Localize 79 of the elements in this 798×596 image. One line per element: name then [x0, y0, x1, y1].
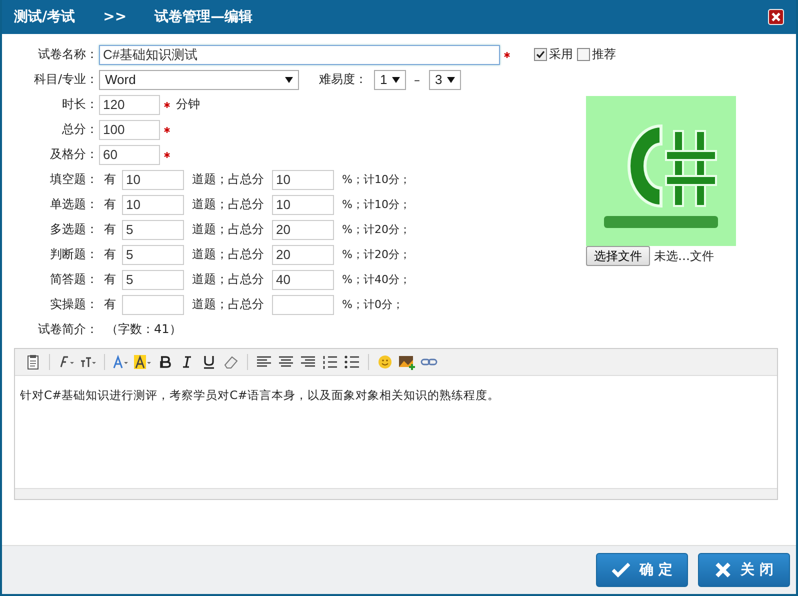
field-label: 时长：: [61, 96, 98, 113]
confirm-button[interactable]: 确 定: [596, 553, 688, 587]
score-text: %；计40分；: [342, 272, 410, 287]
image-icon[interactable]: [398, 354, 416, 370]
required-icon: [504, 52, 510, 58]
highlight-icon[interactable]: [134, 354, 152, 370]
field-label: 判断题：: [49, 246, 98, 263]
subject-dropdown[interactable]: Word: [99, 70, 299, 90]
character-count: （字数：41）: [106, 321, 182, 338]
close-icon: [714, 562, 731, 578]
name-input[interactable]: C#基础知识测试: [99, 44, 500, 64]
checkmark-icon: [612, 562, 630, 578]
number-input[interactable]: 60: [99, 144, 160, 164]
checkbox-label: 采用: [549, 46, 573, 63]
range-dash: –: [414, 72, 420, 86]
difficulty-dropdown[interactable]: 3: [429, 70, 461, 90]
percent-input[interactable]: 20: [272, 220, 334, 240]
score-text: %；计20分；: [342, 222, 410, 237]
numbered-list-icon[interactable]: [321, 354, 339, 370]
field-label: 总分：: [61, 121, 98, 138]
field-label: 多选题：: [49, 221, 98, 238]
have-label: 有: [104, 296, 116, 313]
unit-label: 分钟: [176, 96, 200, 113]
score-text: %；计10分；: [342, 197, 410, 212]
questions-label: 道题；占总分: [192, 271, 264, 288]
questions-label: 道题；占总分: [192, 296, 264, 313]
required-icon: [164, 102, 170, 108]
number-input[interactable]: 100: [99, 120, 160, 140]
required-icon: [164, 126, 170, 132]
have-label: 有: [104, 221, 116, 238]
field-label: 实操题：: [49, 296, 98, 313]
window-title: 试卷管理—编辑: [154, 8, 253, 26]
close-icon[interactable]: [768, 9, 784, 25]
field-label: 填空题：: [49, 171, 98, 188]
editor-text[interactable]: 针对C#基础知识进行测评，考察学员对C#语言本身，以及面象对象相关知识的熟练程度。: [15, 376, 777, 488]
questions-label: 道题；占总分: [192, 221, 264, 238]
bullet-list-icon[interactable]: [343, 354, 361, 370]
percent-input[interactable]: 10: [272, 194, 334, 214]
questions-label: 道题；占总分: [192, 171, 264, 188]
text-color-icon[interactable]: [112, 354, 130, 370]
file-status: 未选…文件: [654, 248, 714, 264]
percent-input[interactable]: 20: [272, 244, 334, 264]
number-input[interactable]: 120: [99, 94, 160, 114]
field-label: 难易度：: [319, 71, 367, 88]
field-label: 单选题：: [49, 196, 98, 213]
count-input[interactable]: [122, 294, 184, 314]
field-label: 试卷名称：: [37, 46, 98, 63]
count-input[interactable]: 10: [122, 170, 184, 190]
percent-input[interactable]: 10: [272, 170, 334, 190]
field-label: 及格分：: [49, 146, 98, 163]
have-label: 有: [104, 246, 116, 263]
count-input[interactable]: 5: [122, 220, 184, 240]
percent-input[interactable]: [272, 294, 334, 314]
breadcrumb-separator: >>: [103, 9, 127, 25]
count-input[interactable]: 5: [122, 244, 184, 264]
have-label: 有: [104, 196, 116, 213]
have-label: 有: [104, 271, 116, 288]
field-label: 简答题：: [49, 271, 98, 288]
score-text: %；计10分；: [342, 172, 410, 187]
score-text: %；计0分；: [342, 297, 404, 312]
count-input[interactable]: 10: [122, 194, 184, 214]
checkbox[interactable]: [577, 48, 590, 61]
difficulty-dropdown[interactable]: 1: [374, 70, 406, 90]
field-label: 试卷简介：: [37, 321, 98, 338]
field-label: 科目/专业：: [32, 71, 98, 88]
score-text: %；计20分；: [342, 247, 410, 262]
breadcrumb: 测试/考试: [14, 8, 76, 26]
percent-input[interactable]: 40: [272, 270, 334, 290]
questions-label: 道题；占总分: [192, 196, 264, 213]
choose-file-button[interactable]: 选择文件: [586, 246, 650, 266]
close-button[interactable]: 关 闭: [698, 553, 790, 587]
checkbox[interactable]: [534, 48, 547, 61]
smiley-icon[interactable]: [376, 354, 394, 370]
have-label: 有: [104, 171, 116, 188]
eraser-icon[interactable]: [222, 354, 240, 370]
questions-label: 道题；占总分: [192, 246, 264, 263]
count-input[interactable]: 5: [122, 270, 184, 290]
required-icon: [164, 152, 170, 158]
checkbox-label: 推荐: [592, 46, 616, 63]
